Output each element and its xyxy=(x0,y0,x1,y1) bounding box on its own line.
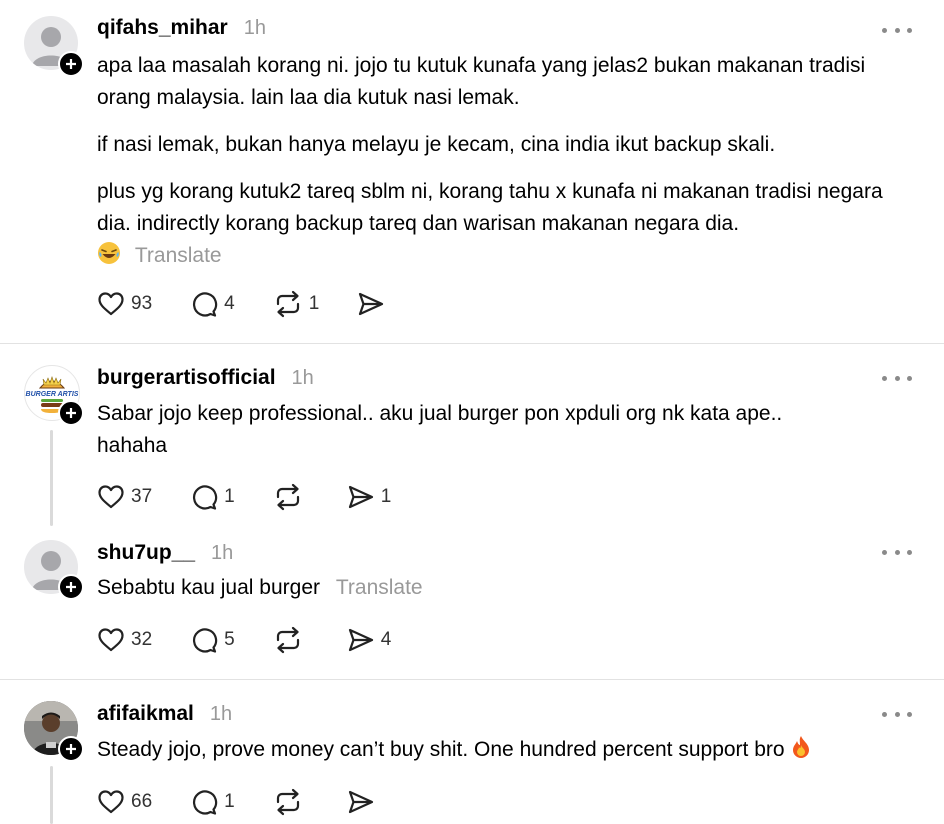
share-icon xyxy=(348,485,373,509)
follow-plus-icon[interactable] xyxy=(58,574,84,600)
repost-icon xyxy=(276,483,299,511)
translate-link[interactable]: Translate xyxy=(135,244,222,267)
reply-count: 1 xyxy=(224,486,235,507)
post-header: qifahs_mihar 1h xyxy=(97,16,266,40)
username[interactable]: shu7up__ xyxy=(97,541,195,565)
post-text: Sabar jojo keep professional.. aku jual … xyxy=(97,398,817,462)
like-button[interactable]: 32 xyxy=(97,627,152,653)
thread-line xyxy=(50,766,53,824)
comment-icon xyxy=(193,628,218,653)
repost-count: 1 xyxy=(308,293,320,314)
repost-icon xyxy=(276,626,299,654)
share-count: 1 xyxy=(380,486,392,507)
paragraph: Sabar jojo keep professional.. aku jual … xyxy=(97,402,783,457)
paragraph: apa laa masalah korang ni. jojo tu kutuk… xyxy=(97,54,866,109)
paragraph: if nasi lemak, bukan hanya melayu je kec… xyxy=(97,133,776,156)
thread-line xyxy=(50,430,53,526)
more-icon[interactable] xyxy=(882,25,912,35)
follow-plus-icon[interactable] xyxy=(58,51,84,77)
like-count: 66 xyxy=(131,791,153,812)
username[interactable]: afifaikmal xyxy=(97,702,194,726)
translate-link[interactable]: Translate xyxy=(336,576,423,599)
post-text: Steady jojo, prove money can’t buy shit.… xyxy=(97,734,897,769)
share-icon xyxy=(359,292,384,316)
like-button[interactable]: 66 xyxy=(97,789,152,815)
like-count: 37 xyxy=(131,486,153,507)
follow-plus-icon[interactable] xyxy=(58,736,84,762)
like-button[interactable]: 37 xyxy=(97,484,152,510)
reply-count: 5 xyxy=(224,629,235,650)
timestamp: 1h xyxy=(243,17,266,39)
reply-button[interactable]: 4 xyxy=(190,290,235,318)
share-icon xyxy=(348,790,373,814)
paragraph: Steady jojo, prove money can’t buy shit.… xyxy=(97,738,785,761)
heart-icon xyxy=(98,628,124,652)
reply-button[interactable]: 1 xyxy=(190,788,235,816)
share-button[interactable] xyxy=(347,789,381,815)
heart-icon xyxy=(98,790,124,814)
paragraph: Sebabtu kau jual burger xyxy=(97,576,320,599)
post-header: burgerartisofficial 1h xyxy=(97,366,314,390)
action-bar: 37 1 1 xyxy=(97,483,429,511)
reply-count: 4 xyxy=(224,293,235,314)
action-bar: 66 1 xyxy=(97,788,419,816)
comment-icon xyxy=(193,485,218,510)
share-button[interactable]: 1 xyxy=(347,484,392,510)
repost-icon xyxy=(276,290,299,318)
share-count: 4 xyxy=(380,629,392,650)
repost-button[interactable] xyxy=(273,626,309,654)
comment-icon xyxy=(193,790,218,815)
post-text: Sebabtu kau jual burger Translate xyxy=(97,572,897,604)
share-icon xyxy=(348,628,373,652)
post-text: apa laa masalah korang ni. jojo tu kutuk… xyxy=(97,50,897,275)
share-button[interactable] xyxy=(357,291,391,317)
repost-button[interactable]: 1 xyxy=(273,290,320,318)
timestamp: 1h xyxy=(211,542,234,564)
username[interactable]: burgerartisofficial xyxy=(97,366,276,390)
reply-count: 1 xyxy=(224,791,235,812)
post-header: shu7up__ 1h xyxy=(97,541,233,565)
more-icon[interactable] xyxy=(882,709,912,719)
like-count: 32 xyxy=(131,629,153,650)
timestamp: 1h xyxy=(291,367,314,389)
fire-emoji xyxy=(790,735,812,769)
more-icon[interactable] xyxy=(882,547,912,557)
heart-icon xyxy=(98,292,124,316)
username[interactable]: qifahs_mihar xyxy=(97,16,228,40)
share-button[interactable]: 4 xyxy=(347,627,392,653)
follow-plus-icon[interactable] xyxy=(58,400,84,426)
comment-icon xyxy=(193,292,218,317)
reply-button[interactable]: 5 xyxy=(190,626,235,654)
laughing-emoji xyxy=(97,241,121,275)
like-count: 93 xyxy=(131,293,153,314)
repost-icon xyxy=(276,788,299,816)
heart-icon xyxy=(98,485,124,509)
divider xyxy=(0,343,944,344)
svg-text:BURGER ARTIS: BURGER ARTIS xyxy=(26,391,79,398)
action-bar: 93 4 1 xyxy=(97,290,429,318)
action-bar: 32 5 4 xyxy=(97,626,429,654)
timestamp: 1h xyxy=(209,703,233,725)
like-button[interactable]: 93 xyxy=(97,291,152,317)
repost-button[interactable] xyxy=(273,483,309,511)
more-icon[interactable] xyxy=(882,373,912,383)
paragraph: plus yg korang kutuk2 tareq sblm ni, kor… xyxy=(97,180,883,235)
reply-button[interactable]: 1 xyxy=(190,483,235,511)
post-header: afifaikmal 1h xyxy=(97,702,232,726)
divider xyxy=(0,679,944,680)
repost-button[interactable] xyxy=(273,788,309,816)
